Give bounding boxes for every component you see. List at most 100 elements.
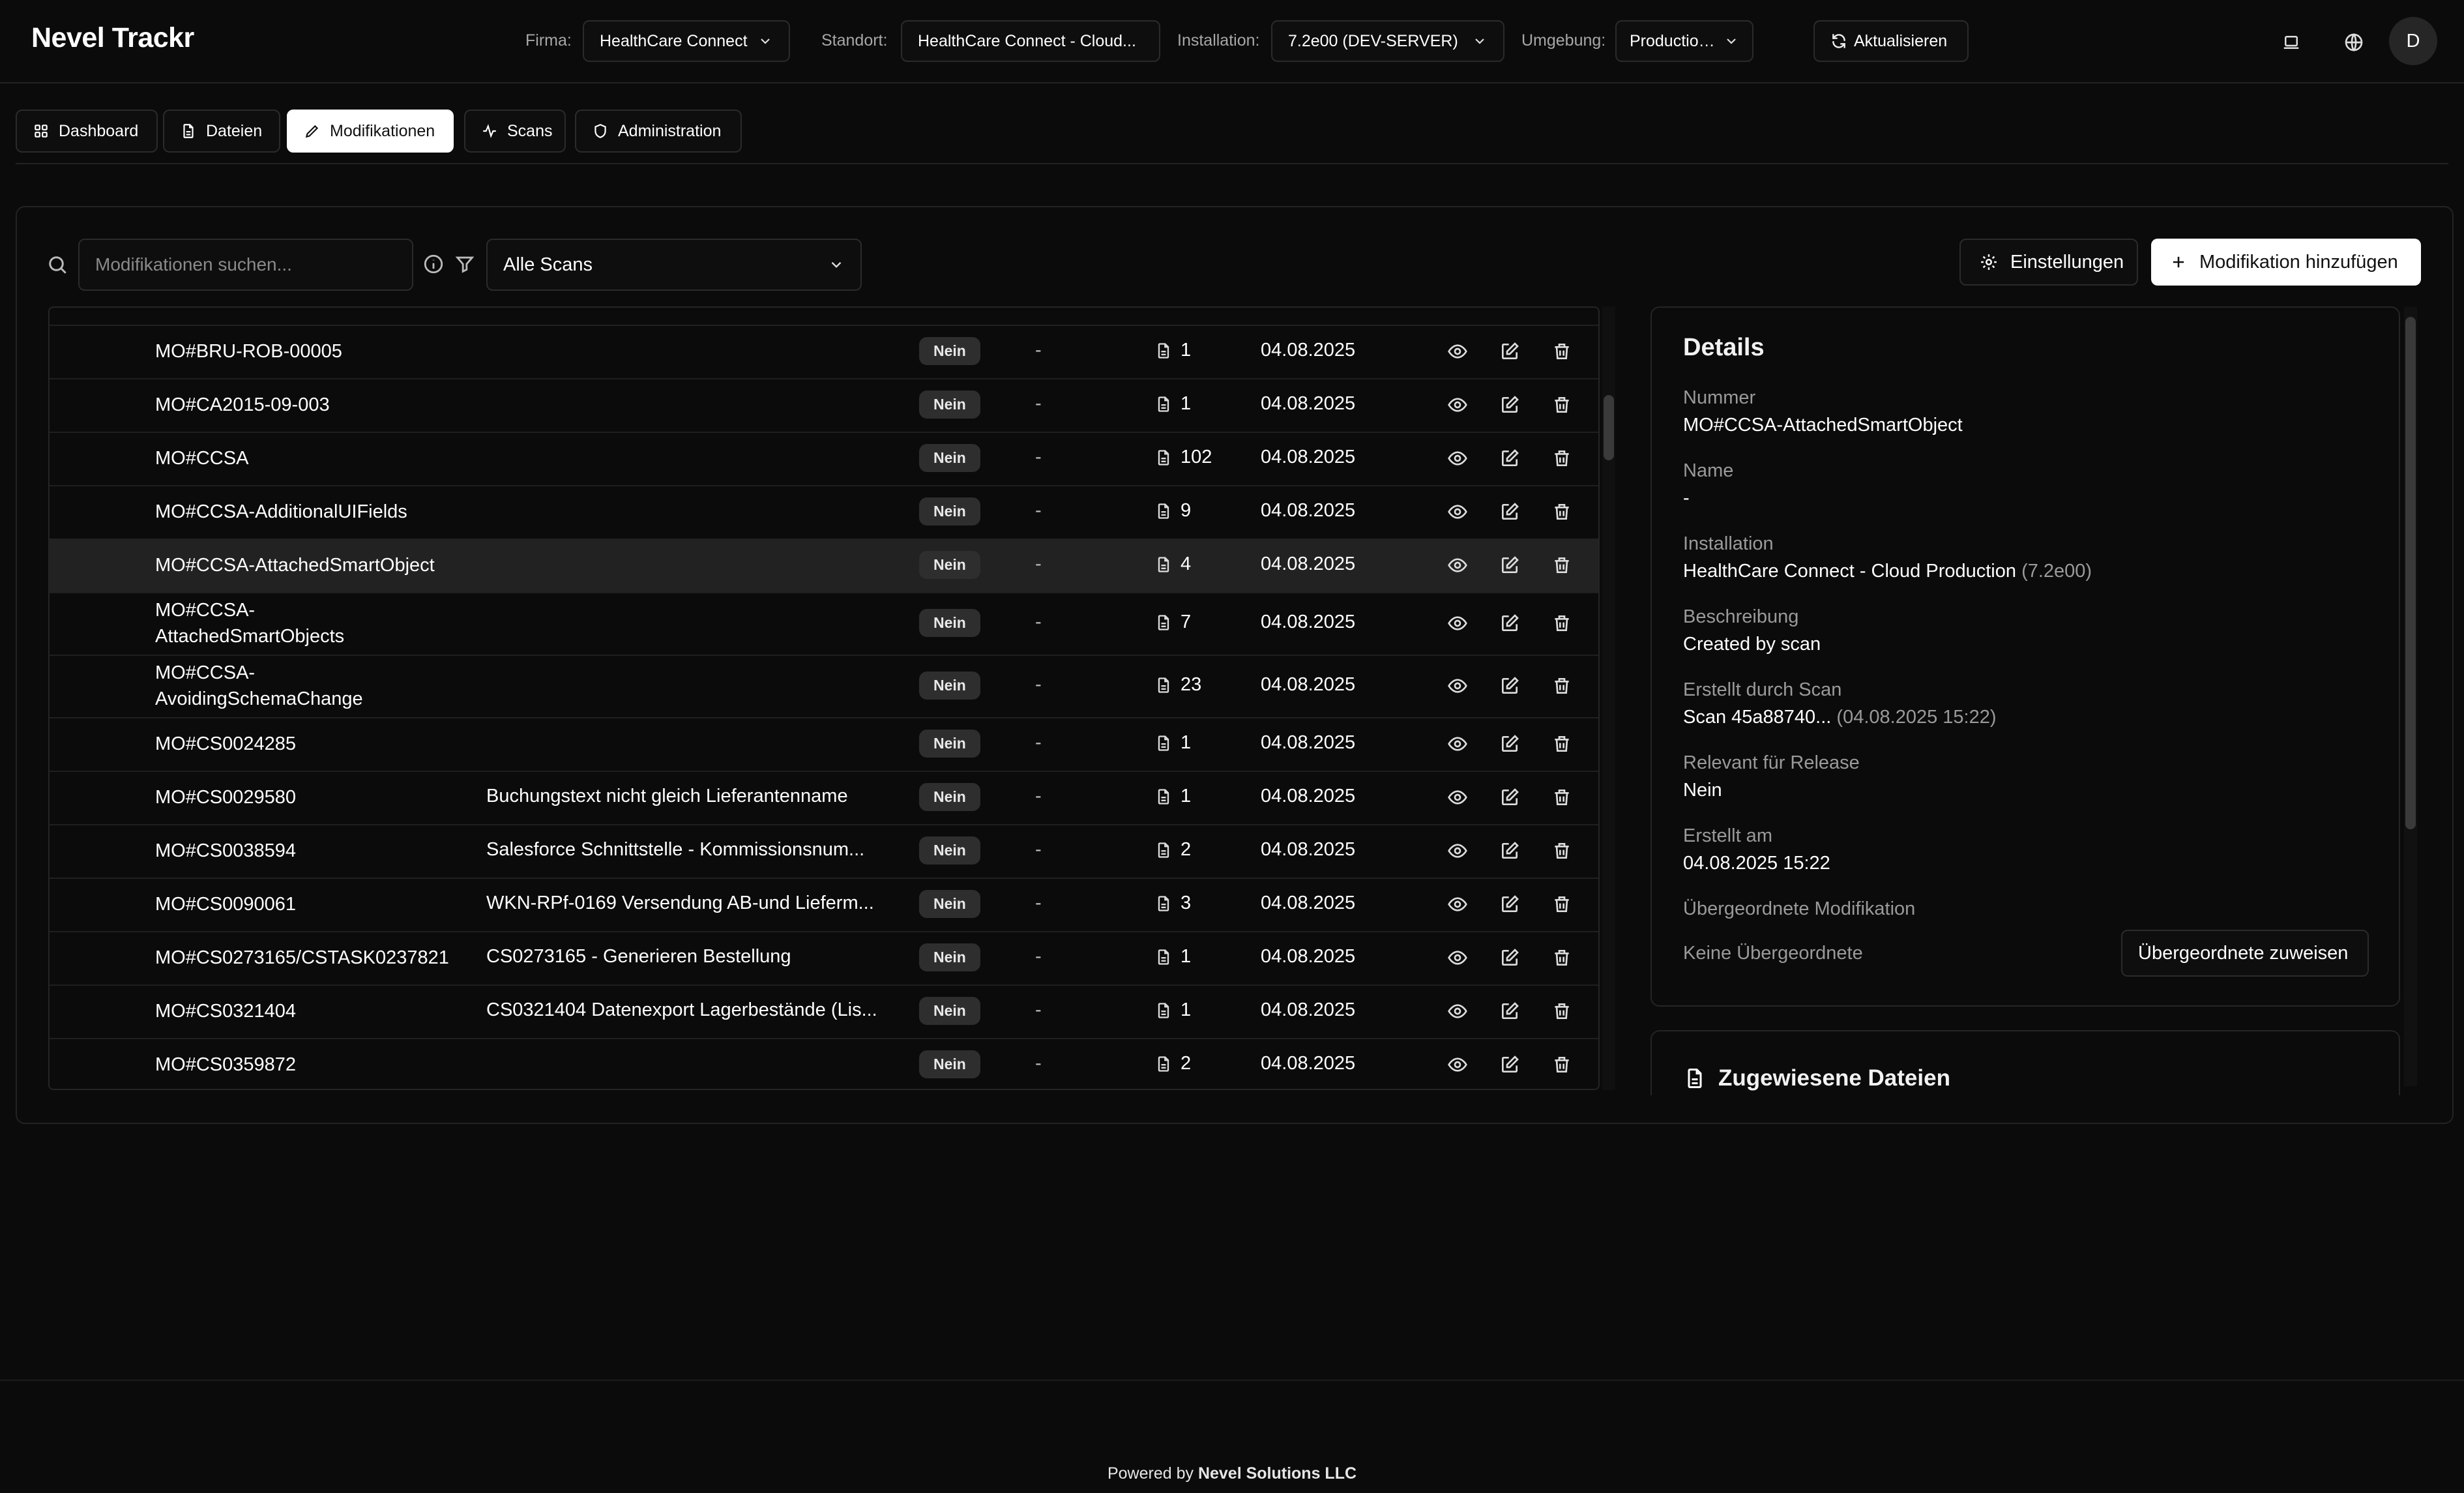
table-row[interactable]: MO#CS0024285 Nein - 1 04.08.2025 (50, 717, 1598, 772)
edit-icon[interactable] (1495, 997, 1524, 1026)
details-scrollbar-thumb[interactable] (2405, 317, 2416, 829)
view-icon[interactable] (1443, 783, 1472, 812)
table-row[interactable]: MO#CCSA Nein - 102 04.08.2025 (50, 432, 1598, 486)
view-icon[interactable] (1443, 609, 1472, 638)
delete-icon[interactable] (1547, 890, 1576, 919)
umgebung-select[interactable]: Production (LIVE) (1615, 20, 1753, 62)
view-icon[interactable] (1443, 890, 1472, 919)
standort-select[interactable]: HealthCare Connect - Cloud... (901, 20, 1160, 62)
standort-select-value: HealthCare Connect - Cloud... (918, 31, 1136, 50)
view-icon[interactable] (1443, 391, 1472, 419)
tab-label: Dashboard (59, 121, 139, 140)
edit-icon[interactable] (1495, 783, 1524, 812)
edit-icon[interactable] (1495, 551, 1524, 580)
view-icon[interactable] (1443, 497, 1472, 526)
scan-filter-select[interactable]: Alle Scans (486, 239, 862, 291)
table-row[interactable]: MO#CCSA- AvoidingSchemaChange Nein - 23 04.08… (50, 655, 1598, 718)
cell-parent: - (1035, 946, 1042, 967)
view-icon[interactable] (1443, 444, 1472, 473)
installation-detail-version: (7.2e00) (2021, 561, 2092, 582)
firma-select[interactable]: HealthCare Connect (583, 20, 790, 62)
cell-nummer: MO#CA2015-09-003 (155, 394, 330, 415)
cell-date: 04.08.2025 (1261, 786, 1356, 806)
view-icon[interactable] (1443, 1050, 1472, 1079)
scan-link[interactable]: Scan 45a88740... (1683, 707, 1831, 728)
file-count: 9 (1181, 500, 1192, 521)
file-icon (1154, 395, 1173, 413)
table-row[interactable]: MO#CS0321404 CS0321404 Datenexport Lagerb… (50, 984, 1598, 1039)
delete-icon[interactable] (1547, 836, 1576, 865)
add-modification-button[interactable]: Modifikation hinzufügen (2151, 239, 2421, 286)
tab-dateien[interactable]: Dateien (163, 110, 280, 153)
delete-icon[interactable] (1547, 497, 1576, 526)
delete-icon[interactable] (1547, 943, 1576, 972)
firma-select-value: HealthCare Connect (600, 31, 748, 50)
edit-icon[interactable] (1495, 444, 1524, 473)
file-icon (1154, 342, 1173, 360)
tab-administration[interactable]: Administration (575, 110, 742, 153)
view-icon[interactable] (1443, 943, 1472, 972)
installation-select[interactable]: 7.2e00 (DEV-SERVER) (1271, 20, 1504, 62)
info-icon[interactable] (422, 253, 445, 275)
delete-icon[interactable] (1547, 672, 1576, 700)
table-row[interactable]: MO#CS0038594 Salesforce Schnittstelle - K… (50, 824, 1598, 879)
release-badge: Nein (919, 337, 980, 365)
delete-icon[interactable] (1547, 997, 1576, 1026)
view-icon[interactable] (1443, 730, 1472, 758)
edit-icon[interactable] (1495, 890, 1524, 919)
table-row[interactable]: MO#CCSA-AdditionalUIFields Nein - 9 04.08.20… (50, 485, 1598, 540)
delete-icon[interactable] (1547, 783, 1576, 812)
table-row[interactable]: MO#CS0090061 WKN-RPf-0169 Versendung AB-u… (50, 878, 1598, 932)
edit-icon[interactable] (1495, 730, 1524, 758)
table-row[interactable]: MO#CS0273165/CSTASK0237821 CS0273165 - Ge… (50, 931, 1598, 986)
footer-divider (0, 1380, 2464, 1381)
edit-icon[interactable] (1495, 1050, 1524, 1079)
beschreibung-value: Created by scan (1683, 634, 1821, 655)
delete-icon[interactable] (1547, 444, 1576, 473)
laptop-icon[interactable] (2275, 26, 2308, 59)
edit-icon[interactable] (1495, 391, 1524, 419)
table-row[interactable]: MO#BRU-ROB-00005 Nein - 1 04.08.2025 (50, 325, 1598, 379)
cell-date: 04.08.2025 (1261, 946, 1356, 967)
tab-label: Dateien (206, 121, 263, 140)
search-input[interactable]: Modifikationen suchen... (78, 239, 413, 291)
assign-parent-button[interactable]: Übergeordnete zuweisen (2121, 930, 2369, 977)
tab-dashboard[interactable]: Dashboard (16, 110, 158, 153)
tab-modifikationen[interactable]: Modifikationen (287, 110, 454, 153)
edit-icon[interactable] (1495, 497, 1524, 526)
edit-icon[interactable] (1495, 337, 1524, 366)
view-icon[interactable] (1443, 337, 1472, 366)
edit-icon[interactable] (1495, 836, 1524, 865)
refresh-button[interactable]: Aktualisieren (1813, 20, 1969, 62)
view-icon[interactable] (1443, 672, 1472, 700)
delete-icon[interactable] (1547, 391, 1576, 419)
tab-scans[interactable]: Scans (464, 110, 566, 153)
view-icon[interactable] (1443, 551, 1472, 580)
globe-icon[interactable] (2338, 26, 2370, 59)
delete-icon[interactable] (1547, 609, 1576, 638)
avatar[interactable]: D (2389, 17, 2437, 65)
delete-icon[interactable] (1547, 1050, 1576, 1079)
edit-icon[interactable] (1495, 943, 1524, 972)
edit-icon[interactable] (1495, 672, 1524, 700)
view-icon[interactable] (1443, 836, 1472, 865)
delete-icon[interactable] (1547, 337, 1576, 366)
filter-icon[interactable] (454, 253, 476, 275)
view-icon[interactable] (1443, 997, 1472, 1026)
file-count: 3 (1181, 893, 1192, 913)
file-count: 2 (1181, 1053, 1192, 1074)
edit-icon[interactable] (1495, 609, 1524, 638)
table-row[interactable]: MO#CS0359872 Nein - 2 04.08.2025 (50, 1038, 1598, 1089)
table-row[interactable]: MO#CA2015-09-003 Nein - 1 04.08.2025 (50, 378, 1598, 433)
cell-nummer: MO#CS0273165/CSTASK0237821 (155, 947, 449, 968)
table-row[interactable]: MO#CCSA-AttachedSmartObject Nein - 4 04.08.2… (50, 539, 1598, 593)
table-row[interactable]: MO#CCSA- AttachedSmartObjects Nein - 7 04.08.… (50, 592, 1598, 656)
delete-icon[interactable] (1547, 551, 1576, 580)
release-badge: Nein (919, 1050, 980, 1078)
table-scrollbar-thumb[interactable] (1604, 395, 1614, 460)
table-row[interactable]: MO#CS0029580 Buchungstext nicht gleich Li… (50, 771, 1598, 825)
activity-icon (481, 123, 498, 140)
cell-parent: - (1035, 732, 1042, 753)
delete-icon[interactable] (1547, 730, 1576, 758)
settings-button[interactable]: Einstellungen (1959, 239, 2138, 286)
